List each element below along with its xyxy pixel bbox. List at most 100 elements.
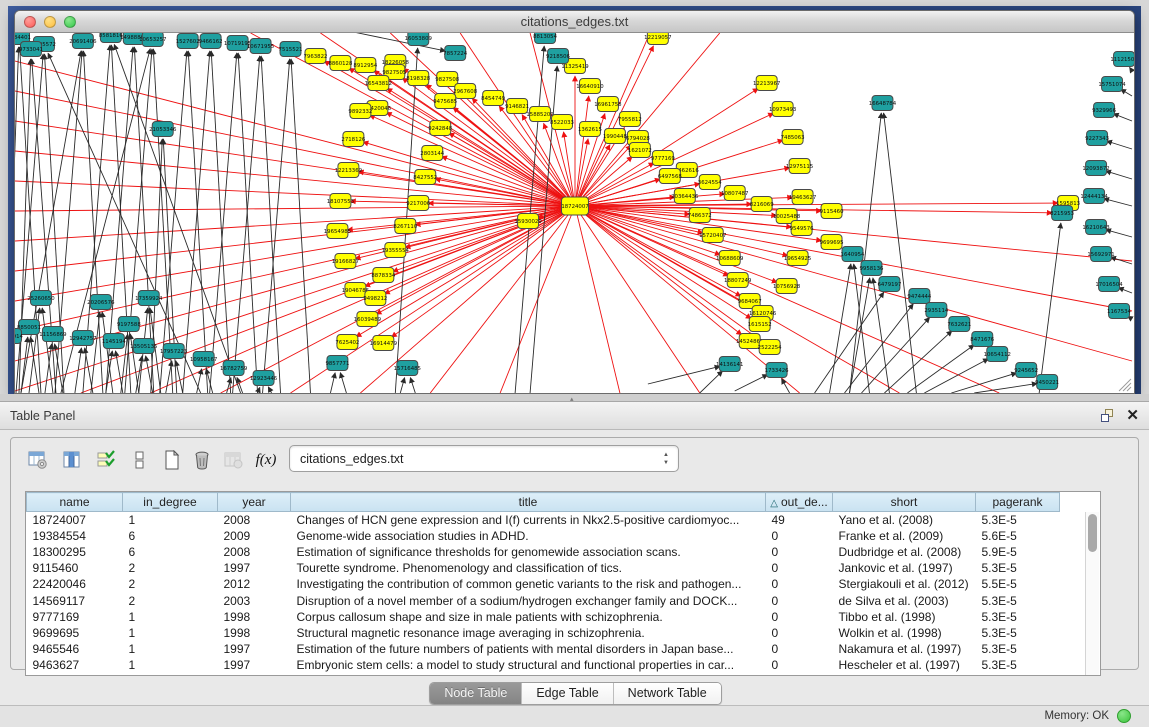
tab-network-table[interactable]: Network Table: [614, 683, 721, 704]
table-cell[interactable]: 5.9E-5: [976, 544, 1060, 560]
table-cell[interactable]: Estimation of the future numbers of pati…: [291, 641, 766, 657]
column-header-pagerank[interactable]: pagerank: [976, 493, 1060, 512]
table-cell[interactable]: Wolkin et al. (1998): [833, 625, 976, 641]
column-header-in_degree[interactable]: in_degree: [123, 493, 218, 512]
table-cell[interactable]: [1060, 512, 1088, 528]
scrollbar-thumb[interactable]: [1088, 514, 1097, 552]
function-icon[interactable]: f(x): [253, 446, 279, 474]
table-cell[interactable]: 2: [123, 576, 218, 592]
row-selector-icon[interactable]: [127, 446, 153, 474]
window-titlebar[interactable]: citations_edges.txt: [15, 11, 1134, 33]
table-cell[interactable]: Changes of HCN gene expression and I(f) …: [291, 512, 766, 528]
table-cell[interactable]: de Silva et al. (2003): [833, 592, 976, 608]
show-columns-icon[interactable]: [59, 446, 85, 474]
table-cell[interactable]: 0: [766, 641, 833, 657]
table-mode-icon[interactable]: [25, 446, 51, 474]
table-cell[interactable]: 1997: [218, 641, 291, 657]
table-cell[interactable]: Corpus callosum shape and size in male p…: [291, 609, 766, 625]
table-cell[interactable]: 2012: [218, 576, 291, 592]
table-cell[interactable]: 1: [123, 625, 218, 641]
table-cell[interactable]: Structural magnetic resonance image aver…: [291, 625, 766, 641]
column-header-title[interactable]: title: [291, 493, 766, 512]
table-cell[interactable]: Dudbridge et al. (2008): [833, 544, 976, 560]
table-cell[interactable]: 5.3E-5: [976, 592, 1060, 608]
table-cell[interactable]: 6: [123, 544, 218, 560]
float-panel-icon[interactable]: [1101, 409, 1115, 423]
tab-edge-table[interactable]: Edge Table: [522, 683, 613, 704]
table-cell[interactable]: 5.3E-5: [976, 609, 1060, 625]
table-row[interactable]: 946554611997Estimation of the future num…: [27, 641, 1088, 657]
table-cell[interactable]: 0: [766, 592, 833, 608]
table-cell[interactable]: 5.3E-5: [976, 625, 1060, 641]
table-row[interactable]: 946362711997Embryonic stem cells: a mode…: [27, 657, 1088, 673]
tab-node-table[interactable]: Node Table: [430, 683, 522, 704]
table-cell[interactable]: 2: [123, 560, 218, 576]
column-header-out_de[interactable]: △out_de...: [766, 493, 833, 512]
table-cell[interactable]: [1060, 609, 1088, 625]
table-cell[interactable]: Jankovic et al. (1997): [833, 560, 976, 576]
table-cell[interactable]: 5.3E-5: [976, 641, 1060, 657]
table-row[interactable]: 1938455462009Genome-wide association stu…: [27, 528, 1088, 544]
table-cell[interactable]: [1060, 641, 1088, 657]
table-cell[interactable]: 5.6E-5: [976, 528, 1060, 544]
table-cell[interactable]: 19384554: [27, 528, 123, 544]
table-cell[interactable]: [1060, 544, 1088, 560]
citation-graph[interactable]: 1872400779638228860128891295418226058982…: [15, 33, 1134, 393]
close-panel-icon[interactable]: ✕: [1126, 406, 1139, 424]
table-cell[interactable]: 1: [123, 512, 218, 528]
table-cell[interactable]: 5.3E-5: [976, 512, 1060, 528]
table-cell[interactable]: 1997: [218, 657, 291, 673]
table-cell[interactable]: 0: [766, 625, 833, 641]
table-cell[interactable]: 5.5E-5: [976, 576, 1060, 592]
table-cell[interactable]: [1060, 560, 1088, 576]
column-header-name[interactable]: name: [27, 493, 123, 512]
table-cell[interactable]: Yano et al. (2008): [833, 512, 976, 528]
new-column-icon[interactable]: [159, 446, 185, 474]
table-cell[interactable]: Stergiakouli et al. (2012): [833, 576, 976, 592]
column-header-year[interactable]: year: [218, 493, 291, 512]
table-cell[interactable]: [1060, 657, 1088, 673]
table-cell[interactable]: 18300295: [27, 544, 123, 560]
table-cell[interactable]: Tibbo et al. (1998): [833, 609, 976, 625]
table-cell[interactable]: 1998: [218, 625, 291, 641]
table-cell[interactable]: [1060, 528, 1088, 544]
delete-column-icon[interactable]: [189, 446, 215, 474]
table-cell[interactable]: 5.3E-5: [976, 657, 1060, 673]
table-cell[interactable]: 6: [123, 528, 218, 544]
table-cell[interactable]: [1060, 592, 1088, 608]
table-cell[interactable]: [1060, 576, 1088, 592]
table-cell[interactable]: 1: [123, 641, 218, 657]
table-cell[interactable]: Hescheler et al. (1997): [833, 657, 976, 673]
column-header-short[interactable]: short: [833, 493, 976, 512]
table-cell[interactable]: 2008: [218, 512, 291, 528]
table-cell[interactable]: 14569117: [27, 592, 123, 608]
table-cell[interactable]: 0: [766, 576, 833, 592]
table-cell[interactable]: 9463627: [27, 657, 123, 673]
table-cell[interactable]: 1: [123, 657, 218, 673]
table-cell[interactable]: 5.3E-5: [976, 560, 1060, 576]
table-cell[interactable]: 9699695: [27, 625, 123, 641]
table-cell[interactable]: 9465546: [27, 641, 123, 657]
table-cell[interactable]: 49: [766, 512, 833, 528]
table-row[interactable]: 977716911998Corpus callosum shape and si…: [27, 609, 1088, 625]
table-cell[interactable]: 9777169: [27, 609, 123, 625]
table-row[interactable]: 1830029562008Estimation of significance …: [27, 544, 1088, 560]
table-row[interactable]: 1456911722003Disruption of a novel membe…: [27, 592, 1088, 608]
select-columns-icon[interactable]: [93, 446, 119, 474]
table-scrollbar[interactable]: [1085, 512, 1099, 676]
table-cell[interactable]: 0: [766, 560, 833, 576]
table-cell[interactable]: 0: [766, 657, 833, 673]
table-cell[interactable]: 0: [766, 528, 833, 544]
table-cell[interactable]: Tourette syndrome. Phenomenology and cla…: [291, 560, 766, 576]
table-row[interactable]: 2242004622012Investigating the contribut…: [27, 576, 1088, 592]
table-cell[interactable]: Investigating the contribution of common…: [291, 576, 766, 592]
table-cell[interactable]: Estimation of significance thresholds fo…: [291, 544, 766, 560]
table-cell[interactable]: 0: [766, 544, 833, 560]
table-cell[interactable]: 1998: [218, 609, 291, 625]
table-cell[interactable]: 2003: [218, 592, 291, 608]
table-cell[interactable]: 1: [123, 609, 218, 625]
resize-grip-icon[interactable]: [1119, 379, 1131, 391]
table-row[interactable]: 911546021997Tourette syndrome. Phenomeno…: [27, 560, 1088, 576]
table-row[interactable]: 1872400712008Changes of HCN gene express…: [27, 512, 1088, 528]
table-cell[interactable]: 9115460: [27, 560, 123, 576]
